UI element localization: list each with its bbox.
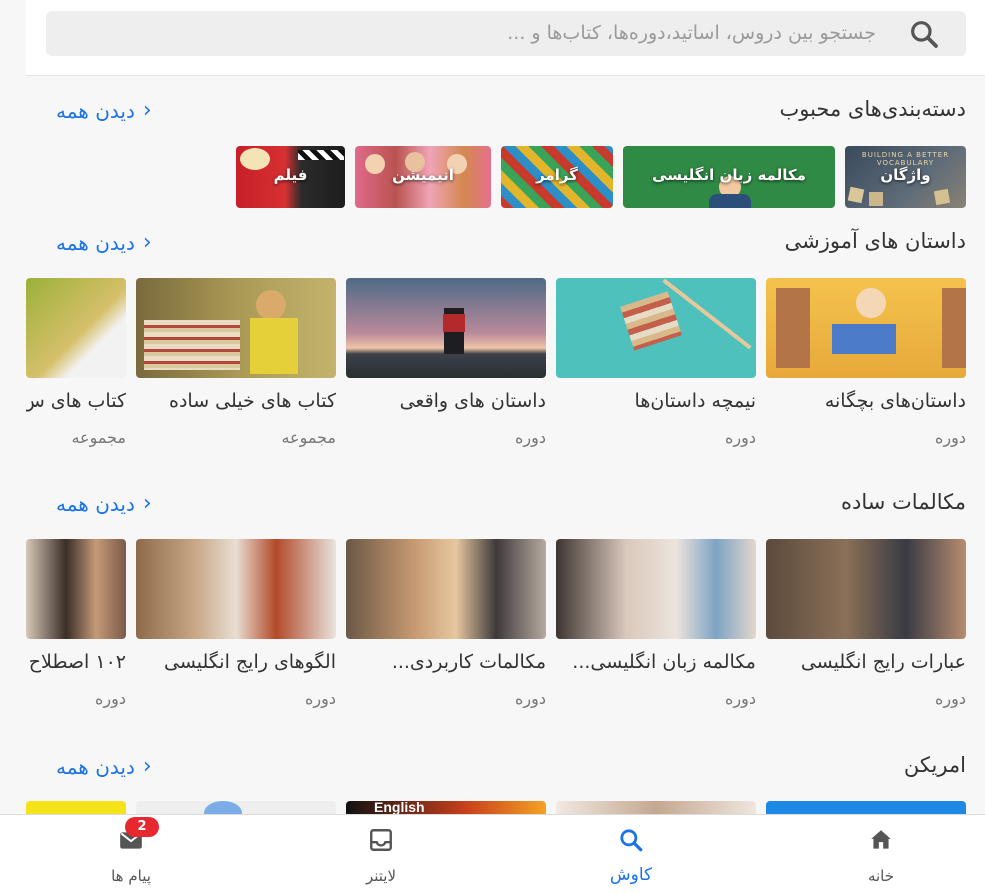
- course-type: دوره: [935, 689, 966, 708]
- thumb-text: English: [374, 801, 425, 814]
- nav-leitner[interactable]: لایتنر: [258, 815, 504, 893]
- course-thumbnail-partial[interactable]: [136, 801, 336, 814]
- course-thumbnail: [346, 539, 546, 639]
- nav-label: خانه: [867, 867, 895, 885]
- top-bar-edge: [0, 0, 26, 76]
- search-placeholder: جستجو بین دروس، اساتید،دوره‌ها، کتاب‌ها …: [507, 22, 876, 44]
- thumb-shape: [204, 801, 242, 814]
- thumb-window: [942, 288, 966, 368]
- course-type: مجموعه: [281, 428, 336, 447]
- course-title: مکالمات کاربردی...: [391, 651, 546, 673]
- search-icon: [620, 829, 643, 852]
- nav-messages[interactable]: 2 پیام ها: [8, 815, 254, 893]
- chevron-left-icon: ‹: [142, 491, 152, 516]
- person-figure: [709, 194, 751, 208]
- bottom-navigation: خانه کاوش لایتنر 2 پیام ها: [0, 814, 985, 893]
- course-title: مکالمه زبان انگلیسی...: [572, 651, 756, 673]
- chevron-left-icon: ‹: [142, 230, 152, 255]
- nav-label: کاوش: [609, 865, 653, 885]
- course-type: دوره: [515, 428, 546, 447]
- course-thumbnail-partial[interactable]: [26, 801, 126, 814]
- section-title-american: امریکن: [903, 753, 966, 777]
- see-all-label: دیدن همه: [56, 492, 135, 516]
- course-thumbnail: [346, 278, 546, 378]
- course-type: دوره: [95, 689, 126, 708]
- thumb-jacket: [443, 314, 465, 332]
- course-type: دوره: [305, 689, 336, 708]
- course-title: نیمچه داستان‌ها: [634, 390, 756, 412]
- category-grammar[interactable]: گرامر: [501, 146, 613, 208]
- section-title-popular-categories: دسته‌بندی‌های محبوب: [779, 97, 966, 121]
- course-thumbnail: [766, 539, 966, 639]
- nav-explore[interactable]: کاوش: [508, 815, 754, 893]
- thumb-window: [776, 288, 810, 368]
- thumb-books: [144, 320, 240, 370]
- category-english-conversation[interactable]: مکالمه زبان انگلیسی: [623, 146, 835, 208]
- search-icon[interactable]: [908, 18, 940, 50]
- messages-badge: 2: [125, 817, 159, 837]
- see-all-conversations[interactable]: ‹ دیدن همه: [56, 492, 152, 516]
- see-all-label: دیدن همه: [56, 231, 135, 255]
- course-thumbnail: [136, 539, 336, 639]
- course-thumbnail: [136, 278, 336, 378]
- top-bar: جستجو بین دروس، اساتید،دوره‌ها، کتاب‌ها …: [0, 0, 985, 76]
- chevron-left-icon: ‹: [142, 754, 152, 779]
- course-thumbnail-partial[interactable]: [556, 801, 756, 814]
- course-title: ۱۰۲ اصطلاح: [28, 651, 126, 673]
- thumb-books: [620, 291, 682, 351]
- see-all-label: دیدن همه: [56, 755, 135, 779]
- letter-tile: [847, 186, 865, 204]
- nav-label: لایتنر: [365, 867, 397, 885]
- course-thumbnail: [26, 539, 126, 639]
- letter-tile: [933, 188, 951, 206]
- category-movie[interactable]: فیلم: [236, 146, 345, 208]
- see-all-label: دیدن همه: [56, 99, 135, 123]
- course-title: داستان های واقعی: [399, 390, 546, 412]
- letter-tile: [869, 192, 883, 206]
- course-type: دوره: [725, 689, 756, 708]
- chevron-left-icon: ‹: [142, 98, 152, 123]
- nav-home[interactable]: خانه: [758, 815, 985, 893]
- thumb-face: [856, 288, 886, 318]
- course-type: دوره: [935, 428, 966, 447]
- course-thumbnail: [556, 278, 756, 378]
- see-all-popular-categories[interactable]: ‹ دیدن همه: [56, 99, 152, 123]
- category-animation[interactable]: انیمیشن: [355, 146, 491, 208]
- course-title: کتاب های س: [26, 390, 126, 412]
- see-all-stories[interactable]: ‹ دیدن همه: [56, 231, 152, 255]
- thumb-child: [256, 290, 286, 320]
- course-type: دوره: [515, 689, 546, 708]
- thumb-stick: [662, 278, 752, 350]
- course-title: عبارات رایج انگلیسی: [800, 651, 966, 673]
- course-thumbnail-partial[interactable]: English: [346, 801, 546, 814]
- category-label: مکالمه زبان انگلیسی: [652, 166, 806, 184]
- home-icon: [871, 830, 891, 849]
- course-thumbnail: [766, 278, 966, 378]
- see-all-american[interactable]: ‹ دیدن همه: [56, 755, 152, 779]
- nav-label: پیام ها: [111, 867, 151, 885]
- thumb-book: [832, 324, 896, 354]
- inbox-icon: [370, 829, 392, 851]
- category-label: واژگان: [880, 166, 931, 184]
- course-title: داستان‌های بچگانه: [824, 390, 966, 412]
- category-image-caption: BUILDING A BETTER VOCABULARY: [861, 151, 950, 167]
- category-label: گرامر: [536, 166, 578, 184]
- clapperboard-icon: [298, 150, 344, 160]
- section-title-conversations: مکالمات ساده: [841, 490, 966, 514]
- course-thumbnail-partial[interactable]: [766, 801, 966, 814]
- category-label: انیمیشن: [392, 166, 454, 184]
- section-title-stories: داستان های آموزشی: [784, 229, 966, 253]
- course-title: کتاب های خیلی ساده: [169, 390, 336, 412]
- search-input[interactable]: جستجو بین دروس، اساتید،دوره‌ها، کتاب‌ها …: [46, 11, 966, 56]
- course-type: دوره: [725, 428, 756, 447]
- category-label: فیلم: [273, 166, 308, 184]
- course-title: الگوهای رایج انگلیسی: [163, 651, 336, 673]
- course-thumbnail: [26, 278, 126, 378]
- course-type: مجموعه: [71, 428, 126, 447]
- category-vocabulary[interactable]: BUILDING A BETTER VOCABULARY واژگان: [845, 146, 966, 208]
- course-thumbnail: [556, 539, 756, 639]
- thumb-child: [250, 318, 298, 374]
